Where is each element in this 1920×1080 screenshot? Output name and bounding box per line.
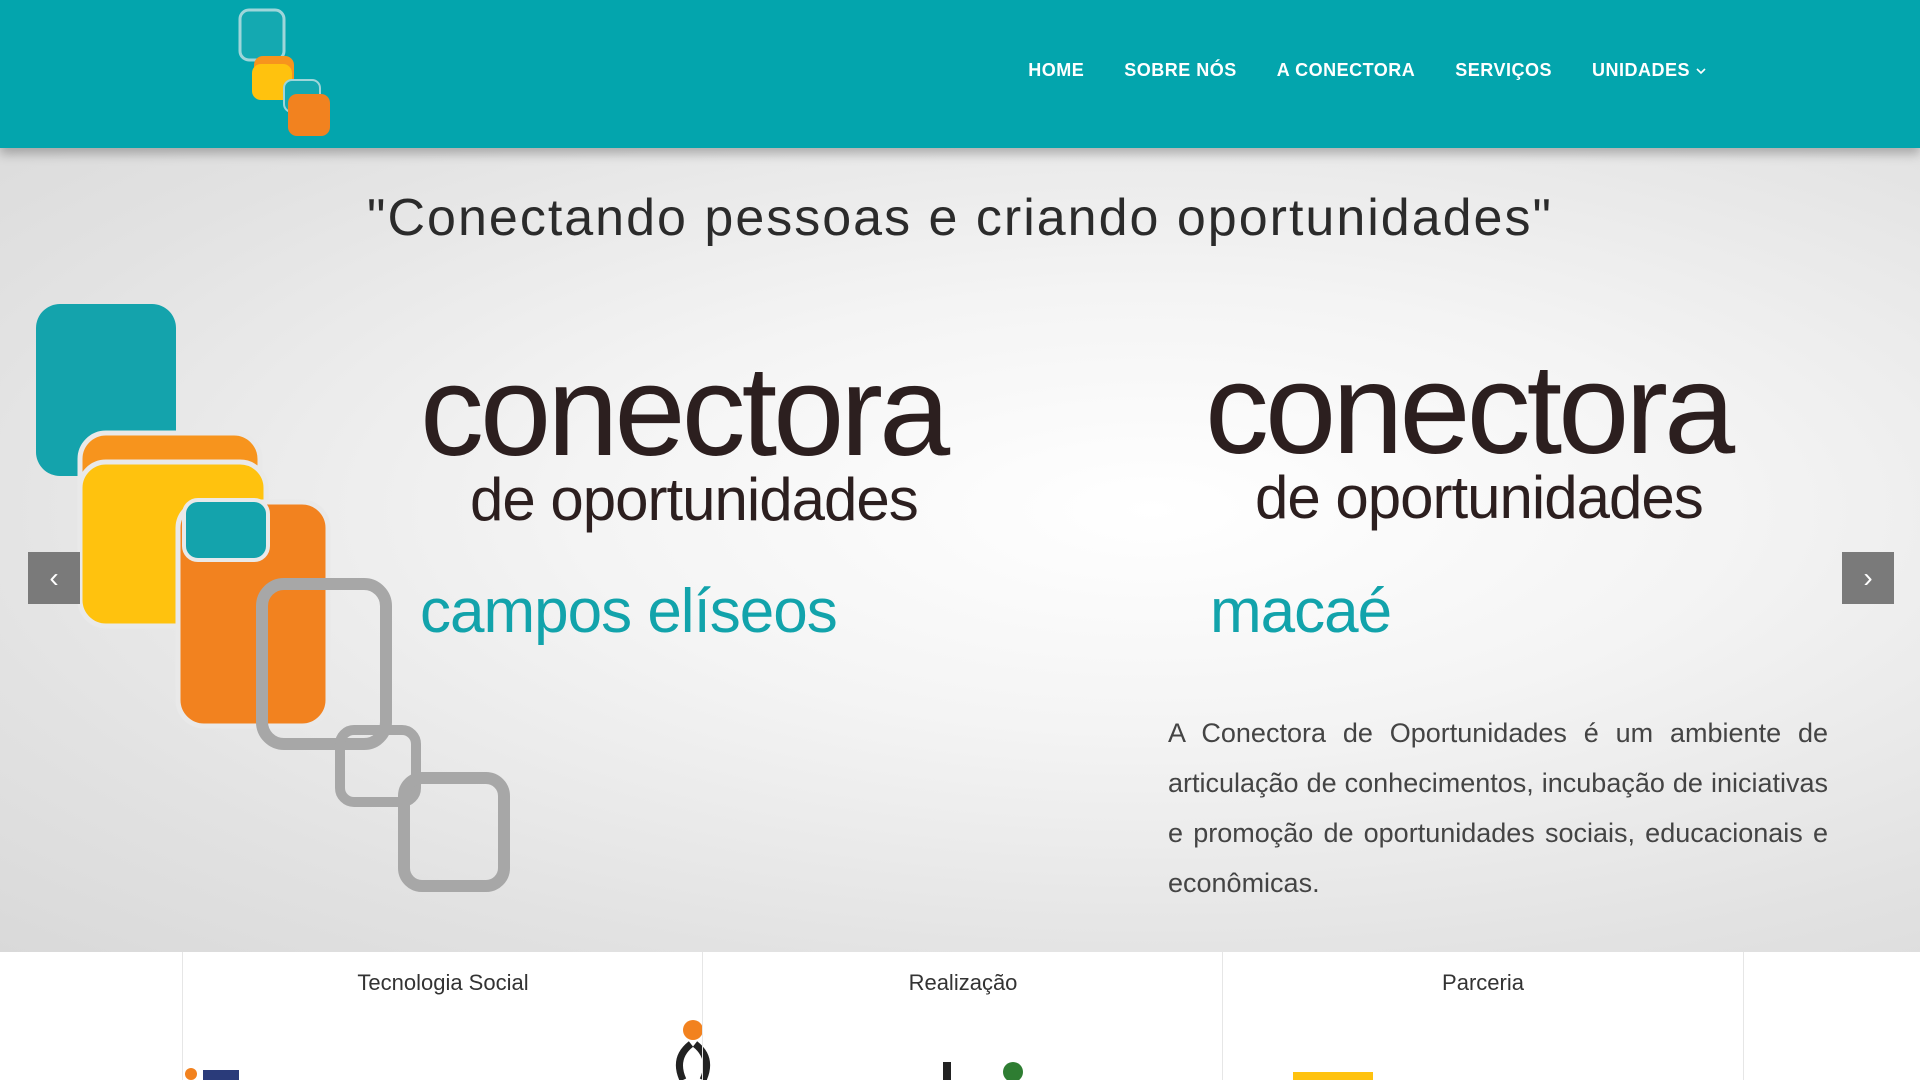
sponsor-logo-icon[interactable] — [943, 1058, 1063, 1080]
sponsor-column-parceria: Parceria — [1222, 952, 1744, 1080]
sponsor-column-title: Realização — [908, 970, 1018, 995]
nav-a-conectora-label: A CONECTORA — [1276, 60, 1416, 80]
sponsor-column-title: Tecnologia Social — [357, 970, 529, 995]
chevron-right-icon: › — [1863, 562, 1873, 593]
carousel-prev-button[interactable]: ‹ — [28, 552, 80, 604]
decorative-squares-icon — [36, 304, 510, 892]
nav-servicos-label: SERVIÇOS — [1455, 60, 1552, 80]
site-header: HOME SOBRE NÓS A CONECTORA SERVIÇOS UNID… — [0, 0, 1920, 148]
nav-home-label: HOME — [1028, 60, 1085, 80]
unit-name-macae: macaé — [1210, 577, 1392, 646]
chevron-down-icon — [1696, 67, 1706, 74]
brand-wordmark-main: conectora — [1205, 338, 1735, 481]
sponsor-logo-icon[interactable] — [1293, 1072, 1373, 1080]
conectora-logo-icon[interactable] — [238, 8, 338, 138]
brand-wordmark-main: conectora — [420, 340, 950, 483]
hero-tagline: "Conectando pessoas e criando oportunida… — [367, 189, 1553, 247]
sponsor-column-title: Parceria — [1442, 970, 1524, 995]
nav-unidades[interactable]: UNIDADES — [1592, 60, 1706, 81]
hero-description: A Conectora de Oportunidades é um ambien… — [1168, 718, 1828, 898]
brand-wordmark-sub: de oportunidades — [1255, 464, 1704, 531]
sponsor-column-tecnologia-social: Tecnologia Social — [182, 952, 711, 1080]
brand-wordmark-macae: conectora de oportunidades — [1205, 346, 1845, 536]
nav-sobre-nos[interactable]: SOBRE NÓS — [1124, 60, 1237, 81]
nav-servicos[interactable]: SERVIÇOS — [1455, 60, 1552, 81]
unit-name-campos: campos elíseos — [420, 577, 838, 646]
sponsor-logo-icon[interactable] — [183, 1064, 243, 1080]
brand-wordmark-sub: de oportunidades — [470, 466, 919, 533]
sponsor-column-realizacao: Realização — [702, 952, 1223, 1080]
nav-sobre-nos-label: SOBRE NÓS — [1124, 60, 1237, 80]
hero-carousel: "Conectando pessoas e criando oportunida… — [0, 148, 1920, 952]
chevron-left-icon: ‹ — [49, 562, 59, 593]
nav-unidades-label: UNIDADES — [1591, 60, 1690, 80]
nav-a-conectora[interactable]: A CONECTORA — [1277, 60, 1416, 81]
nav-home[interactable]: HOME — [1028, 60, 1084, 81]
sponsors-section: Tecnologia Social Realização Parceria — [0, 952, 1920, 1080]
carousel-next-button[interactable]: › — [1842, 552, 1894, 604]
main-nav: HOME SOBRE NÓS A CONECTORA SERVIÇOS UNID… — [1028, 60, 1706, 81]
brand-wordmark-campos: conectora de oportunidades — [420, 348, 1100, 538]
